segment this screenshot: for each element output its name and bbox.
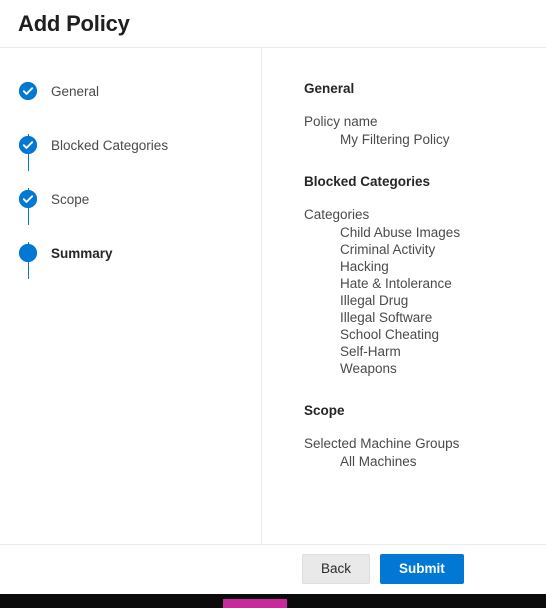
field-value: My Filtering Policy bbox=[340, 132, 450, 147]
stepper-label: General bbox=[51, 83, 100, 99]
dialog-footer: Back Submit bbox=[0, 545, 546, 593]
stepper-label: Scope bbox=[51, 191, 90, 207]
strip-accent-block bbox=[223, 599, 287, 608]
stepper-item-scope[interactable]: Scope bbox=[19, 190, 261, 208]
summary-section-scope: Scope Selected Machine Groups All Machin… bbox=[304, 403, 528, 470]
summary-pane: General Policy name My Filtering Policy … bbox=[262, 48, 546, 544]
field-value: All Machines bbox=[340, 454, 417, 469]
wizard-stepper-pane: General Blocked Categories Scope Summary bbox=[0, 48, 262, 544]
stepper-label: Summary bbox=[51, 245, 113, 261]
field-value: Self-Harm bbox=[340, 344, 401, 359]
field-value: Hate & Intolerance bbox=[340, 276, 452, 291]
summary-section-blocked-categories: Blocked Categories Categories Child Abus… bbox=[304, 174, 528, 377]
stepper-item-blocked-categories[interactable]: Blocked Categories bbox=[19, 136, 261, 154]
section-title: Blocked Categories bbox=[304, 174, 431, 189]
field-value: Hacking bbox=[340, 259, 389, 274]
check-icon bbox=[19, 190, 37, 208]
field-value-list: All Machines bbox=[304, 453, 528, 470]
submit-button[interactable]: Submit bbox=[380, 554, 464, 584]
page-title: Add Policy bbox=[18, 10, 130, 36]
dialog-header: Add Policy bbox=[0, 0, 546, 48]
stepper-item-summary[interactable]: Summary bbox=[19, 244, 261, 262]
field-label: Categories bbox=[304, 207, 370, 222]
field-value: Weapons bbox=[340, 361, 397, 376]
stepper-label: Blocked Categories bbox=[51, 137, 169, 153]
field-label: Policy name bbox=[304, 114, 378, 129]
field-value-list: My Filtering Policy bbox=[304, 131, 528, 148]
wizard-stepper: General Blocked Categories Scope Summary bbox=[0, 82, 261, 279]
field-value: School Cheating bbox=[340, 327, 440, 342]
check-icon bbox=[19, 136, 37, 154]
check-icon bbox=[19, 82, 37, 100]
add-policy-dialog: Add Policy General Blocked Categories Sc… bbox=[0, 0, 546, 594]
back-button[interactable]: Back bbox=[302, 554, 371, 584]
background-window-strip bbox=[0, 594, 546, 608]
dialog-body: General Blocked Categories Scope Summary… bbox=[0, 48, 546, 545]
summary-section-general: General Policy name My Filtering Policy bbox=[304, 81, 528, 148]
field-value: Criminal Activity bbox=[340, 242, 436, 257]
field-value: Illegal Drug bbox=[340, 293, 409, 308]
dot-icon bbox=[19, 244, 37, 262]
stepper-item-general[interactable]: General bbox=[19, 82, 261, 100]
field-value-list: Child Abuse Images Criminal Activity Hac… bbox=[304, 224, 528, 377]
field-value: Child Abuse Images bbox=[340, 225, 461, 240]
section-title: Scope bbox=[304, 403, 345, 418]
section-title: General bbox=[304, 81, 355, 96]
field-label: Selected Machine Groups bbox=[304, 436, 460, 451]
field-value: Illegal Software bbox=[340, 310, 433, 325]
